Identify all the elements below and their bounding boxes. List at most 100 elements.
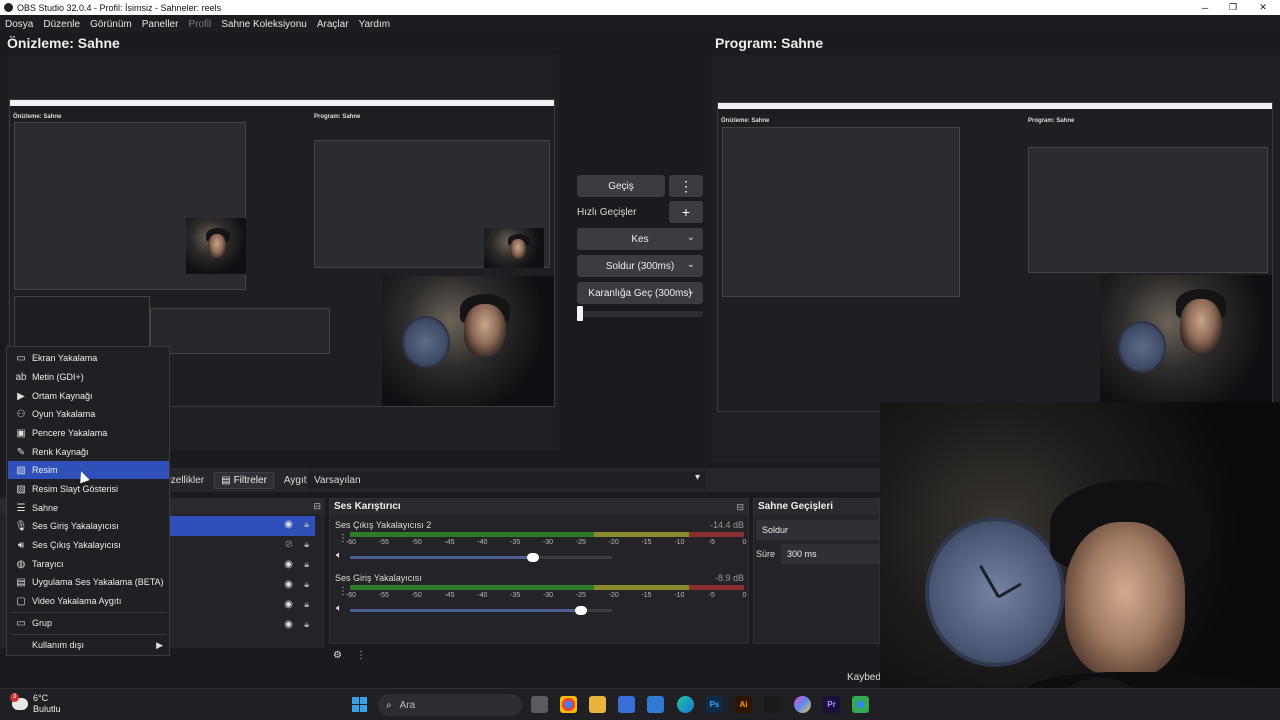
mixer-menu-icon[interactable]: ⋮ <box>356 650 366 661</box>
source-row[interactable]: ◉ 🔒︎ <box>145 556 315 576</box>
premiere-icon[interactable]: Pr <box>823 696 840 713</box>
menu-item-uygulama-ses[interactable]: ▤ Uygulama Ses Yakalama (BETA) <box>8 573 169 591</box>
person-face <box>1065 522 1185 677</box>
volume-slider[interactable] <box>350 553 612 562</box>
dock-float-icon[interactable]: ⊟ <box>313 498 321 514</box>
lock-icon[interactable]: 🔒︎ <box>304 559 309 570</box>
start-button[interactable] <box>352 697 367 712</box>
quick-transition-fade-to-black[interactable]: Karanlığa Geç (300ms) ⌄ <box>577 282 703 304</box>
mixer-channel-name: Ses Çıkış Yakalayıcısı 2 <box>335 520 432 530</box>
mail-icon[interactable] <box>647 696 664 713</box>
source-row[interactable]: ◉ 🔒︎ <box>145 576 315 596</box>
chevron-down-icon: ⌄ <box>686 259 695 270</box>
quick-transition-fade[interactable]: Soldur (300ms) ⌄ <box>577 255 703 277</box>
speaker-icon[interactable]: 🔈︎ <box>336 550 342 561</box>
source-row[interactable]: ◉ 🔒︎ <box>145 516 315 536</box>
weather-temp: 6°C <box>33 693 49 703</box>
weather-widget[interactable]: 3 6°C Bulutlu <box>10 693 61 715</box>
gamepad-icon: ⚇ <box>16 408 26 420</box>
notification-badge: 3 <box>10 693 19 702</box>
eye-hidden-icon[interactable]: ⊘ <box>285 539 293 550</box>
copilot-icon[interactable] <box>794 696 811 713</box>
speaker-icon[interactable]: 🔈︎ <box>336 603 342 614</box>
lock-icon[interactable]: 🔒︎ <box>304 579 309 590</box>
chevron-down-icon: ▾ <box>694 472 700 483</box>
lock-icon[interactable]: 🔒︎ <box>304 599 309 610</box>
nested-mixer <box>150 308 330 354</box>
volume-slider[interactable] <box>350 606 612 615</box>
transition-button[interactable]: Geçiş <box>577 175 665 197</box>
menu-item-ortam-kaynagi[interactable]: ▶ Ortam Kaynağı <box>8 387 169 405</box>
add-quick-transition-button[interactable]: + <box>669 201 703 223</box>
chrome-profile-icon[interactable] <box>852 696 869 713</box>
menu-item-oyun-yakalama[interactable]: ⚇ Oyun Yakalama <box>8 405 169 423</box>
menu-item-ses-giris[interactable]: 🎙︎ Ses Giriş Yakalayıcısı <box>8 517 169 535</box>
photoshop-icon[interactable]: Ps <box>706 696 723 713</box>
volume-meter <box>350 532 744 537</box>
menu-sahne-koleksiyonu[interactable]: Sahne Koleksiyonu <box>216 19 312 30</box>
t-bar-handle[interactable] <box>577 306 583 321</box>
menu-item-tarayici[interactable]: ◍ Tarayıcı <box>8 555 169 573</box>
menu-item-renk-kaynagi[interactable]: ✎ Renk Kaynağı <box>8 443 169 461</box>
menu-item-ekran-yakalama[interactable]: ▭ Ekran Yakalama <box>8 349 169 367</box>
transition-more-button[interactable]: ⋮ <box>669 175 703 197</box>
source-row[interactable]: ◉ 🔒︎ <box>145 596 315 616</box>
mixer-channel-db: -14.4 dB <box>709 520 744 530</box>
menu-item-grup[interactable]: ▭ Grup <box>8 614 169 632</box>
dock-float-icon[interactable]: ⊟ <box>736 499 744 515</box>
taskbar-search[interactable]: ⌕ Ara <box>378 694 522 716</box>
close-button[interactable]: ✕ <box>1248 0 1278 15</box>
menu-yardim[interactable]: Yardım <box>354 19 396 30</box>
meter-tick-label: -55 <box>378 539 389 546</box>
menu-paneller[interactable]: Paneller <box>137 19 184 30</box>
edge-icon[interactable] <box>677 696 694 713</box>
menu-araclar[interactable]: Araçlar <box>312 19 354 30</box>
volume-slider-knob[interactable] <box>527 553 540 562</box>
menu-item-pencere-yakalama[interactable]: ▣ Pencere Yakalama <box>8 424 169 442</box>
t-bar-slider[interactable] <box>577 306 703 321</box>
device-select[interactable]: Varsayılan ▾ <box>308 471 706 489</box>
illustrator-icon[interactable]: Ai <box>735 696 752 713</box>
lock-icon[interactable]: 🔒︎ <box>304 519 309 530</box>
menu-gorunum[interactable]: Görünüm <box>85 19 137 30</box>
source-row[interactable]: ◉ 🔒︎ <box>145 616 315 636</box>
duration-input[interactable]: 300 ms <box>781 544 880 564</box>
quick-transition-cut[interactable]: Kes ⌄ <box>577 228 703 250</box>
volume-slider-knob[interactable] <box>574 606 587 615</box>
maximize-button[interactable]: ❐ <box>1218 0 1248 15</box>
menu-item-video-yakalama[interactable]: ▢ Video Yakalama Aygıtı <box>8 592 169 610</box>
menu-item-metin[interactable]: ab Metin (GDI+) <box>8 368 169 386</box>
eye-icon[interactable]: ◉ <box>284 579 293 590</box>
source-row[interactable]: ⊘ 🔒︎ <box>145 536 315 556</box>
menu-dosya[interactable]: Dosya <box>0 19 38 30</box>
eye-icon[interactable]: ◉ <box>284 519 293 530</box>
nested-program-preview-label: Önizleme: Sahne <box>721 118 770 124</box>
meter-tick-label: -15 <box>641 539 652 546</box>
task-view-icon[interactable] <box>531 696 548 713</box>
eye-icon[interactable]: ◉ <box>284 559 293 570</box>
filters-button[interactable]: ▤ Filtreler <box>214 471 274 489</box>
menu-item-resim-slayt[interactable]: ▨ Resim Slayt Gösterisi <box>8 480 169 498</box>
eye-icon[interactable]: ◉ <box>284 599 293 610</box>
eye-icon[interactable]: ◉ <box>284 619 293 630</box>
chrome-icon[interactable] <box>560 696 577 713</box>
store-icon[interactable] <box>618 696 635 713</box>
lock-icon[interactable]: 🔒︎ <box>304 539 309 550</box>
meter-tick-label: -20 <box>608 539 619 546</box>
meter-tick-label: -25 <box>575 539 586 546</box>
meter-tick-label: 0 <box>742 539 747 546</box>
scene-transitions-header: Sahne Geçişleri <box>754 499 879 515</box>
advanced-audio-icon[interactable]: ⚙︎ <box>333 650 342 661</box>
program-title: Program: Sahne <box>715 35 824 51</box>
file-explorer-icon[interactable] <box>589 696 606 713</box>
transition-select[interactable]: Soldur <box>756 520 880 540</box>
lock-icon[interactable]: 🔒︎ <box>304 619 309 630</box>
menu-item-ses-cikis[interactable]: 🔊︎ Ses Çıkış Yakalayıcısı <box>8 536 169 554</box>
pdf-icon[interactable] <box>764 696 781 713</box>
submenu-arrow-icon: ▶ <box>156 639 163 650</box>
menu-item-kullanim-disi[interactable]: Kullanım dışı ▶ <box>8 636 169 654</box>
menu-profil[interactable]: Profil <box>183 19 216 30</box>
minimize-button[interactable]: ─ <box>1190 0 1220 15</box>
menu-duzenle[interactable]: Düzenle <box>38 19 85 30</box>
menu-item-sahne[interactable]: ☰ Sahne <box>8 499 169 517</box>
